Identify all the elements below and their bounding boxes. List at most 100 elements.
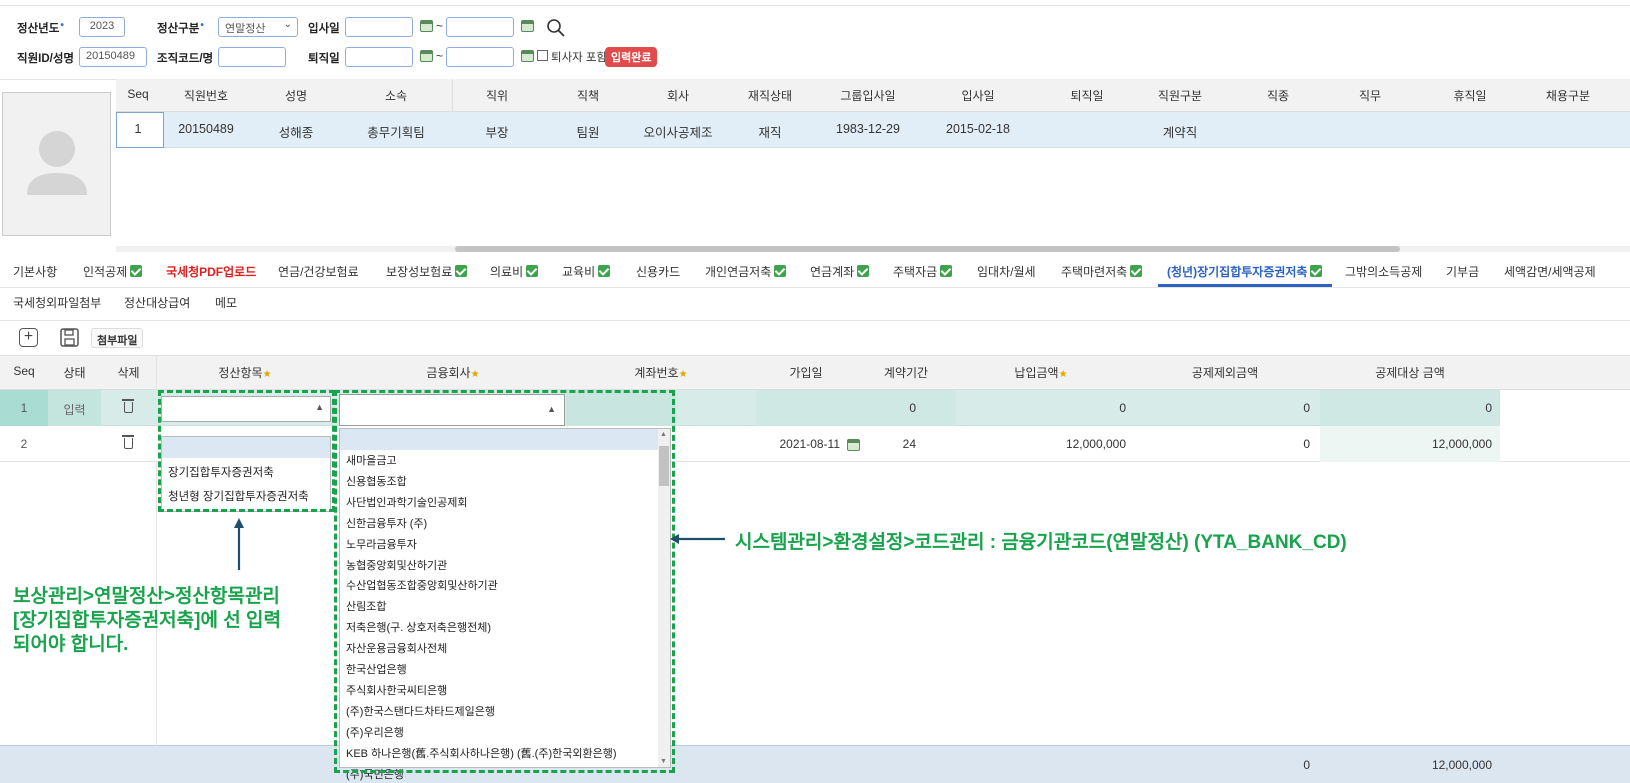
total-excl: 0 — [1303, 758, 1310, 772]
tab-1[interactable]: 기본사항 — [13, 263, 57, 280]
row-amount: 12,000,000 — [1065, 437, 1126, 451]
status-badge: 입력완료 — [605, 47, 658, 67]
tab-8[interactable]: 신용카드 — [636, 263, 680, 280]
emp-header-14: 직무 — [1358, 89, 1382, 103]
emp-cell-4: 총무기획팀 — [367, 126, 425, 140]
tab-13[interactable]: 주택마련저축 — [1061, 263, 1143, 280]
emp-header-7: 회사 — [666, 89, 690, 103]
tab-12[interactable]: 임대차/월세 — [977, 263, 1036, 280]
tab-17[interactable]: 세액감면/세액공제 — [1504, 263, 1596, 280]
item-annotation-line1: 보상관리>연말정산>정산항목관리 — [13, 586, 280, 607]
checked-icon — [857, 265, 870, 277]
hire-label: 입사일 — [308, 23, 340, 35]
tab-label: 임대차/월세 — [977, 265, 1036, 279]
search-icon[interactable] — [546, 18, 566, 38]
tab-label: 의료비 — [490, 265, 524, 279]
emp-cell-6: 팀원 — [576, 126, 600, 140]
tab-10[interactable]: 연금계좌 — [810, 263, 870, 280]
calendar-icon[interactable] — [521, 50, 534, 62]
tab-15[interactable]: 그밖의소득공제 — [1345, 263, 1422, 280]
row-seq: 2 — [20, 437, 28, 451]
emp-cell-9: 1983-12-29 — [836, 122, 900, 136]
emp-input[interactable]: 20150489 — [79, 47, 147, 67]
detail-header-11: 공제대상 금액 — [1375, 366, 1445, 380]
emp-cell-12: 계약직 — [1162, 126, 1198, 140]
range-tilde: ~ — [436, 49, 444, 63]
arrow-up-icon — [234, 518, 244, 570]
calendar-icon[interactable] — [420, 20, 433, 32]
row-excl: 0 — [1303, 401, 1310, 415]
hire-to-input[interactable] — [446, 17, 514, 37]
row-period: 24 — [902, 437, 916, 451]
hire-from-input[interactable] — [345, 17, 413, 37]
save-icon[interactable] — [60, 328, 79, 347]
tab-14[interactable]: (청년)장기집합투자증권저축 — [1167, 263, 1323, 280]
tab-2[interactable]: 인적공제 — [83, 263, 143, 280]
tab-label: 국세청PDF업로드 — [166, 265, 257, 279]
tab-4[interactable]: 연금/건강보험료 — [278, 263, 359, 280]
row-target: 0 — [1485, 401, 1492, 415]
org-label: 조직코드/명 — [157, 53, 214, 65]
retire-to-input[interactable] — [446, 47, 514, 67]
tab-3[interactable]: 국세청PDF업로드 — [166, 263, 256, 280]
include-retired-checkbox[interactable] — [537, 50, 548, 61]
tab-11[interactable]: 주택자금 — [893, 263, 953, 280]
tab-label: 신용카드 — [636, 265, 681, 279]
arrow-left-icon — [670, 534, 725, 544]
checked-icon — [1310, 265, 1323, 277]
type-select[interactable]: 연말정산 ⌄ — [218, 17, 298, 37]
row-join-date: 2021-08-11 — [779, 437, 841, 451]
trash-icon[interactable] — [122, 399, 134, 416]
emp-header-5: 직위 — [485, 89, 509, 103]
emp-cell-7: 오이사공제조 — [643, 126, 713, 140]
emp-header-13: 직종 — [1266, 89, 1290, 103]
emp-cell-3: 성해종 — [278, 126, 314, 140]
retire-from-input[interactable] — [345, 47, 413, 67]
required-star-icon: ★ — [1058, 369, 1068, 380]
detail-header-6: 계좌번호★ — [634, 366, 688, 380]
row-seq: 1 — [20, 401, 28, 415]
checked-icon — [130, 265, 143, 277]
avatar — [2, 92, 111, 236]
tab2-1[interactable]: 국세청외파일첨부 — [13, 294, 101, 311]
emp-header-3: 성명 — [284, 89, 308, 103]
emp-label: 직원ID/성명 — [17, 53, 75, 65]
emp-header-10: 입사일 — [961, 89, 995, 103]
required-star-icon: ★ — [678, 369, 688, 380]
tab-label: 인적공제 — [83, 265, 128, 279]
calendar-icon[interactable] — [521, 20, 534, 32]
range-tilde: ~ — [436, 19, 444, 33]
checked-icon — [1130, 265, 1143, 277]
tab2-3[interactable]: 메모 — [215, 294, 237, 311]
detail-header-9: 납입금액★ — [1014, 366, 1068, 380]
add-icon[interactable]: + — [19, 328, 38, 347]
detail-header-3: 삭제 — [117, 366, 140, 380]
calendar-icon[interactable] — [420, 50, 433, 62]
tab-label: 그밖의소득공제 — [1345, 265, 1423, 279]
row-period: 0 — [909, 401, 916, 415]
year-input[interactable]: 2023 — [79, 17, 125, 37]
checked-icon — [526, 265, 539, 277]
tab-5[interactable]: 보장성보험료 — [386, 263, 468, 280]
tab-9[interactable]: 개인연금저축 — [705, 263, 787, 280]
tab-label: (청년)장기집합투자증권저축 — [1167, 265, 1308, 279]
emp-header-11: 퇴직일 — [1070, 89, 1104, 103]
tab-label: 교육비 — [562, 265, 596, 279]
tab-label: 기본사항 — [13, 265, 58, 279]
tab-label: 보장성보험료 — [386, 265, 453, 279]
tab-6[interactable]: 의료비 — [490, 263, 539, 280]
attach-file-button[interactable]: 첨부파일 — [91, 328, 144, 348]
tab-16[interactable]: 기부금 — [1446, 263, 1479, 280]
emp-cell-10: 2015-02-18 — [946, 122, 1010, 136]
detail-header-10: 공제제외금액 — [1191, 366, 1259, 380]
type-label: 정산구분• — [157, 20, 204, 35]
tab-7[interactable]: 교육비 — [562, 263, 611, 280]
org-input[interactable] — [218, 47, 286, 67]
include-retired-label: 퇴사자 포함 — [551, 52, 608, 64]
row-excl: 0 — [1303, 437, 1310, 451]
tab2-2[interactable]: 정산대상급여 — [124, 294, 190, 311]
trash-icon[interactable] — [122, 435, 134, 452]
item-annotation: 보상관리>연말정산>정산항목관리 [장기집합투자증권저축]에 선 입력 되어야 … — [13, 585, 281, 657]
tab-label: 주택자금 — [893, 265, 938, 279]
scrollbar-thumb[interactable] — [455, 246, 1400, 252]
